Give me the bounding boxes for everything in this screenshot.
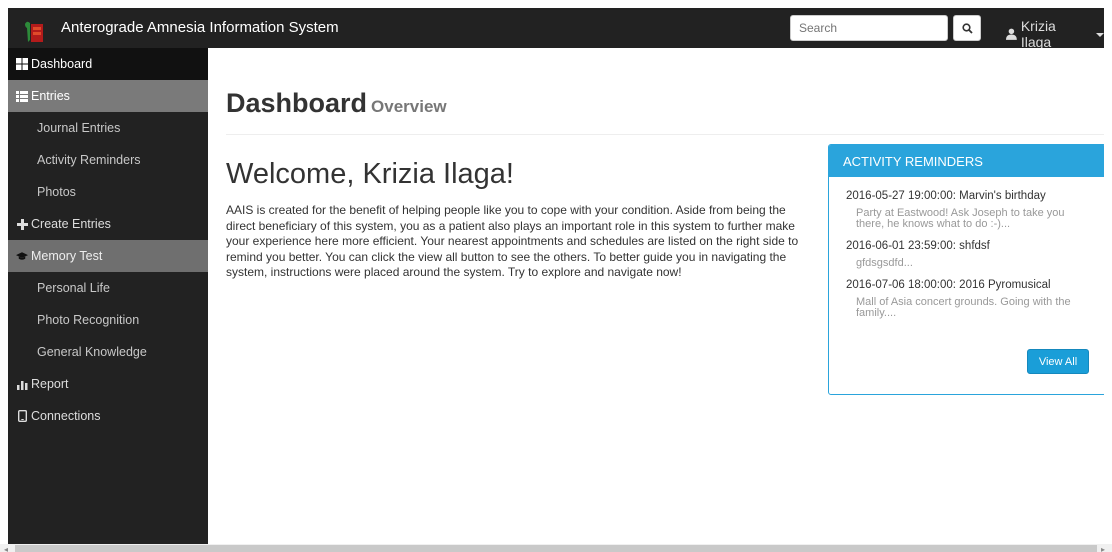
top-navbar: Anterograde Amnesia Information System K… (8, 8, 1104, 50)
sidebar-item-label: Connections (31, 409, 101, 423)
scrollbar-thumb[interactable] (15, 545, 1097, 552)
sidebar-item-activity-reminders[interactable]: Activity Reminders (8, 144, 208, 176)
page-header: Dashboard Overview (226, 88, 1104, 135)
reminder-description: gfdsgsdfd... (856, 257, 913, 269)
sidebar-item-memory-test[interactable]: Memory Test (8, 240, 208, 272)
dashboard-icon (16, 58, 28, 70)
sidebar-item-label: Personal Life (37, 281, 110, 295)
phone-icon (16, 410, 28, 422)
app-window: Anterograde Amnesia Information System K… (8, 8, 1104, 552)
scroll-left-arrow-icon[interactable]: ◂ (4, 545, 8, 552)
reminder-title: 2016-05-27 19:00:00: Marvin's birthday (846, 190, 1046, 202)
main-content: Dashboard Overview Welcome, Krizia Ilaga!… (208, 48, 1104, 552)
plus-icon (16, 218, 28, 230)
sidebar-item-connections[interactable]: Connections (8, 400, 208, 432)
panel-heading: ACTIVITY REMINDERS (829, 145, 1104, 177)
sidebar-item-personal-life[interactable]: Personal Life (8, 272, 208, 304)
sidebar-item-entries[interactable]: Entries (8, 80, 208, 112)
horizontal-scrollbar[interactable]: ◂ ▸ (0, 544, 1112, 552)
sidebar-item-label: Photos (37, 185, 76, 199)
reminder-description: Party at Eastwood! Ask Joseph to take yo… (856, 207, 1065, 230)
sidebar-item-label: Memory Test (31, 249, 103, 263)
scroll-right-arrow-icon[interactable]: ▸ (1101, 545, 1105, 552)
sidebar-item-general-knowledge[interactable]: General Knowledge (8, 336, 208, 368)
sidebar-item-label: Journal Entries (37, 121, 121, 135)
page-subtitle: Overview (371, 97, 447, 116)
reminder-title: 2016-06-01 23:59:00: shfdsf (846, 240, 990, 252)
sidebar-item-label: Create Entries (31, 217, 111, 231)
reminder-description: Mall of Asia concert grounds. Going with… (856, 296, 1071, 319)
sidebar-item-dashboard[interactable]: Dashboard (8, 48, 208, 80)
search-button[interactable] (953, 15, 981, 41)
sidebar-item-label: Dashboard (31, 57, 93, 71)
reminder-title: 2016-07-06 18:00:00: 2016 Pyromusical (846, 279, 1051, 291)
activity-reminders-panel: ACTIVITY REMINDERS 2016-05-27 19:00:00: … (828, 144, 1104, 395)
sidebar-item-label: General Knowledge (37, 345, 147, 359)
graduation-cap-icon (16, 250, 28, 262)
sidebar-item-report[interactable]: Report (8, 368, 208, 400)
search-icon (961, 22, 973, 34)
sidebar-item-journal-entries[interactable]: Journal Entries (8, 112, 208, 144)
sidebar-item-photos[interactable]: Photos (8, 176, 208, 208)
list-item[interactable]: 2016-06-01 23:59:00: shfdsf gfdsgsdfd... (846, 240, 1088, 269)
sidebar-item-label: Report (31, 377, 69, 391)
search-input[interactable] (790, 15, 948, 41)
sidebar-item-label: Entries (31, 89, 70, 103)
list-item[interactable]: 2016-07-06 18:00:00: 2016 Pyromusical Ma… (846, 279, 1088, 319)
sidebar-item-photo-recognition[interactable]: Photo Recognition (8, 304, 208, 336)
app-logo[interactable] (21, 18, 45, 44)
view-all-button[interactable]: View All (1027, 349, 1089, 374)
sidebar-item-create-entries[interactable]: Create Entries (8, 208, 208, 240)
page-title: Dashboard Overview (226, 88, 1104, 119)
reminder-list: 2016-05-27 19:00:00: Marvin's birthday P… (829, 177, 1104, 319)
bar-chart-icon (16, 378, 28, 390)
user-menu[interactable]: Krizia Ilaga (1006, 18, 1104, 50)
intro-paragraph: AAIS is created for the benefit of helpi… (226, 203, 799, 279)
welcome-heading: Welcome, Krizia Ilaga! (226, 158, 514, 190)
caret-down-icon (1096, 33, 1104, 37)
list-item[interactable]: 2016-05-27 19:00:00: Marvin's birthday P… (846, 190, 1088, 230)
sidebar-item-label: Activity Reminders (37, 153, 141, 167)
sidebar-item-label: Photo Recognition (37, 313, 140, 327)
user-name: Krizia Ilaga (1020, 18, 1056, 50)
user-icon (1006, 28, 1017, 40)
app-brand-title[interactable]: Anterograde Amnesia Information System (61, 19, 339, 36)
page-title-text: Dashboard (226, 88, 368, 118)
list-icon (16, 90, 28, 102)
sidebar: Dashboard Entries Journal Entries Activi… (8, 48, 208, 552)
